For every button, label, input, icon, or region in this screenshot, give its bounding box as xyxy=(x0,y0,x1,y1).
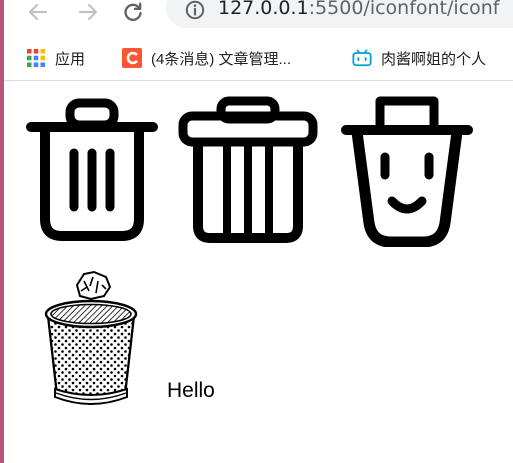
trash-smile-icon xyxy=(341,96,473,247)
bookmarks-bar: 应用 (4条消息) 文章管理... 肉酱啊姐的个人 xyxy=(0,36,513,81)
bookmark-label: (4条消息) 文章管理... xyxy=(151,50,292,68)
hello-text: Hello xyxy=(167,379,215,402)
forward-button[interactable] xyxy=(74,0,102,24)
trash-bold-icon xyxy=(178,96,318,243)
bookmark-label: 应用 xyxy=(55,50,86,68)
info-icon[interactable] xyxy=(183,0,207,22)
arrow-left-icon xyxy=(28,3,48,21)
browser-toolbar: 127.0.0.1:5500/iconfont/iconf xyxy=(0,0,513,36)
mesh-wastebasket-icon xyxy=(44,270,138,405)
bookmark-label: 肉酱啊姐的个人 xyxy=(381,50,487,68)
bookmark-bilibili[interactable]: 肉酱啊姐的个人 xyxy=(352,46,486,70)
url-path: :5500/iconfont/iconf xyxy=(308,0,500,19)
url-text[interactable]: 127.0.0.1:5500/iconfont/iconf xyxy=(218,0,500,19)
bilibili-tv-icon xyxy=(352,49,372,67)
trash-outline-icon xyxy=(26,98,158,241)
arrow-right-icon xyxy=(78,3,98,21)
back-button[interactable] xyxy=(24,0,52,24)
page-content: Hello xyxy=(0,81,513,463)
bookmark-apps[interactable]: 应用 xyxy=(26,46,85,70)
reload-icon xyxy=(124,2,142,21)
bookmark-csdn[interactable]: (4条消息) 文章管理... xyxy=(122,46,291,70)
csdn-logo-icon xyxy=(122,48,142,68)
apps-grid-icon xyxy=(27,49,45,67)
browser-window: 127.0.0.1:5500/iconfont/iconf 应用 (4条消息) xyxy=(0,0,513,463)
window-edge xyxy=(0,0,4,463)
url-host: 127.0.0.1 xyxy=(218,0,309,19)
reload-button[interactable] xyxy=(119,0,147,24)
